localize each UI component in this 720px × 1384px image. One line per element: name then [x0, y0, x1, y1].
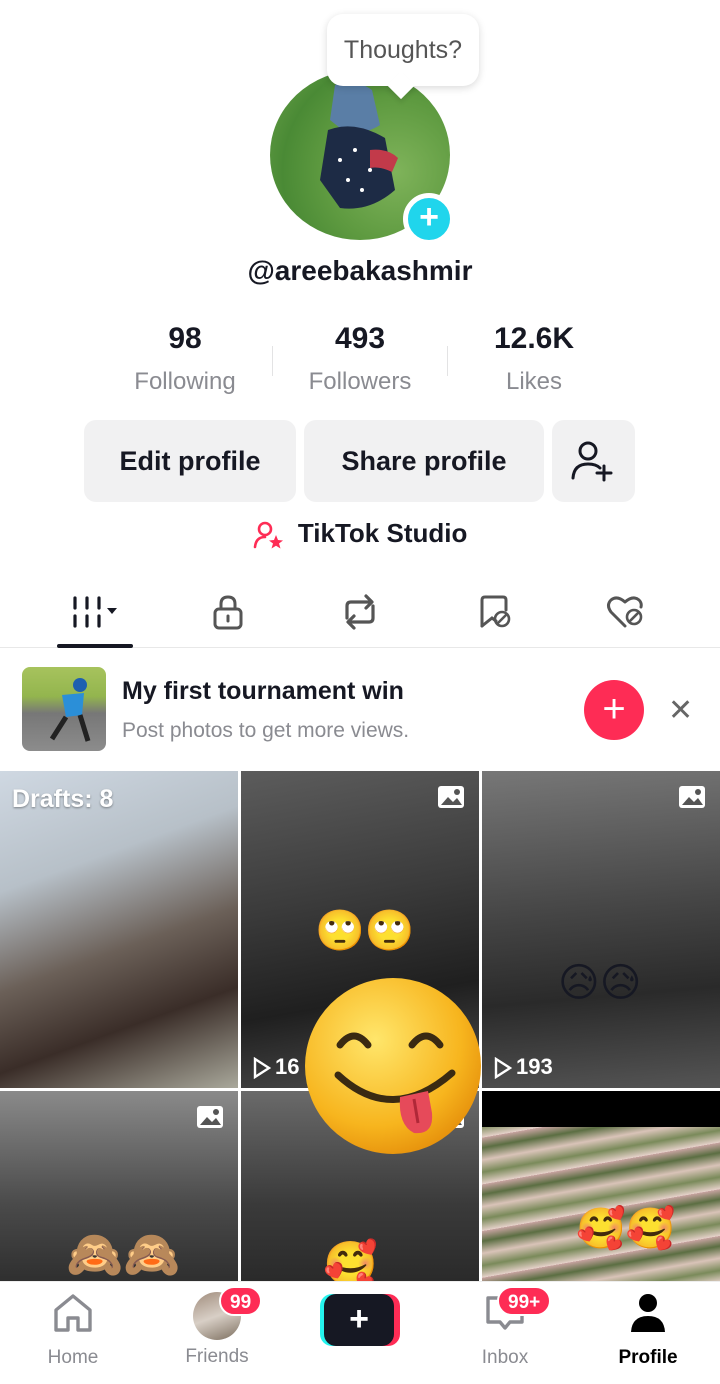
view-count: 16: [253, 1054, 299, 1080]
tab-reposts[interactable]: [322, 588, 398, 644]
add-story-button[interactable]: +: [403, 193, 455, 245]
drafts-label: Drafts: 8: [12, 785, 114, 813]
stat-divider: [447, 346, 448, 376]
promo-subtitle: Post photos to get more views.: [122, 719, 410, 742]
lock-icon: [213, 595, 243, 630]
plus-icon: +: [602, 687, 626, 731]
view-count-value: 16: [275, 1054, 300, 1079]
nav-friends[interactable]: 99 Friends: [157, 1286, 277, 1368]
creator-star-icon: [253, 521, 283, 549]
tab-private[interactable]: [190, 588, 266, 644]
nav-home-label: Home: [47, 1347, 99, 1368]
thought-bubble[interactable]: Thoughts?: [327, 14, 479, 86]
plus-icon: +: [324, 1294, 394, 1346]
nav-inbox[interactable]: 99+ Inbox: [445, 1286, 565, 1369]
stat-divider: [272, 346, 273, 376]
profile-avatar-wrap[interactable]: +: [270, 70, 455, 245]
bottom-nav: Home 99 Friends + 99+ Inbox Profile: [0, 1281, 720, 1384]
tab-favorites[interactable]: [456, 588, 532, 644]
profile-tabs: [0, 580, 720, 648]
tile-emoji: 🥰🥰: [576, 1207, 676, 1251]
tile-emoji: 🥰: [323, 1240, 378, 1282]
create-button[interactable]: +: [320, 1294, 400, 1346]
add-user-icon: [571, 441, 613, 482]
share-profile-button[interactable]: Share profile: [304, 420, 544, 502]
nav-profile-label: Profile: [618, 1347, 678, 1368]
drafts-tile[interactable]: Drafts: 8: [0, 771, 238, 1088]
video-tile[interactable]: 🥰🥰: [482, 1091, 720, 1281]
edit-profile-button[interactable]: Edit profile: [84, 420, 296, 502]
repost-icon: [345, 594, 375, 630]
avatar-photo: [320, 82, 398, 209]
stat-likes[interactable]: 12.6K Likes: [449, 322, 619, 396]
tiktok-studio-link[interactable]: TikTok Studio: [0, 518, 720, 551]
photo-icon: [679, 786, 705, 808]
following-label: Following: [134, 368, 236, 395]
promo-thumbnail-photo: [49, 678, 91, 742]
yum-emoji-overlay: [305, 978, 481, 1154]
add-friend-button[interactable]: [552, 420, 635, 502]
tile-emoji: 😥😥: [558, 961, 642, 1005]
followers-label: Followers: [308, 368, 412, 395]
promo-close-button[interactable]: ✕: [668, 693, 693, 728]
photo-icon: [438, 786, 464, 808]
profile-icon: [631, 1294, 665, 1332]
view-count-value: 193: [516, 1054, 553, 1079]
tile-emoji: 🙈🙈: [66, 1228, 181, 1280]
video-tile[interactable]: 🙈🙈: [0, 1091, 238, 1281]
inbox-badge: 99+: [497, 1286, 552, 1316]
profile-stats: 98 Following 493 Followers 12.6K Likes: [100, 322, 620, 402]
likes-count: 12.6K: [493, 322, 575, 355]
promo-title: My first tournament win: [122, 677, 404, 705]
nav-inbox-label: Inbox: [481, 1347, 529, 1368]
liked-icon: [607, 596, 643, 628]
video-tile[interactable]: 😥😥 193: [482, 771, 720, 1088]
videos-grid-icon: [73, 596, 117, 628]
tile-emoji: 🙄🙄: [315, 909, 415, 953]
promo-thumbnail: [22, 667, 106, 751]
view-count: 193: [494, 1054, 553, 1080]
followers-count: 493: [334, 322, 386, 355]
promo-add-button[interactable]: +: [584, 680, 644, 740]
nav-friends-label: Friends: [185, 1346, 249, 1367]
stat-following[interactable]: 98 Following: [100, 322, 270, 396]
nav-profile[interactable]: Profile: [588, 1290, 708, 1369]
promo-card[interactable]: My first tournament win Post photos to g…: [0, 649, 720, 769]
following-count: 98: [168, 322, 202, 355]
stat-followers[interactable]: 493 Followers: [275, 322, 445, 396]
tab-liked[interactable]: [588, 588, 664, 644]
nav-home[interactable]: Home: [13, 1290, 133, 1369]
username: @areebakashmir: [247, 255, 473, 286]
close-icon: ✕: [668, 694, 694, 727]
nav-create[interactable]: +: [300, 1290, 420, 1346]
tile-top-band: [482, 1091, 720, 1127]
favorites-icon: [480, 595, 511, 628]
play-icon: [253, 1057, 271, 1080]
likes-label: Likes: [505, 368, 563, 395]
photo-icon: [197, 1106, 223, 1128]
home-icon: [54, 1294, 92, 1332]
tiktok-studio-label: TikTok Studio: [297, 518, 468, 548]
friends-badge: 99: [219, 1286, 263, 1316]
tab-videos[interactable]: [57, 588, 133, 648]
play-icon: [494, 1057, 512, 1080]
